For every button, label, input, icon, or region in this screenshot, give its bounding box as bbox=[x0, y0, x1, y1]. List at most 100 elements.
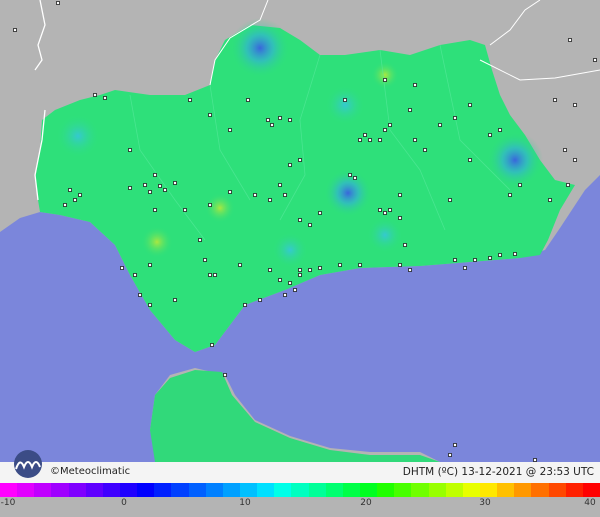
scale-swatch bbox=[154, 483, 172, 497]
scale-swatch bbox=[531, 483, 550, 497]
warm-spot-a bbox=[141, 226, 173, 258]
station-marker bbox=[448, 453, 452, 457]
station-marker bbox=[148, 190, 152, 194]
station-marker bbox=[203, 258, 207, 262]
scale-swatch bbox=[565, 483, 584, 497]
station-marker bbox=[383, 128, 387, 132]
station-marker bbox=[338, 263, 342, 267]
scale-tick: -10 bbox=[0, 498, 16, 508]
scale-swatch bbox=[497, 483, 515, 497]
station-marker bbox=[408, 108, 412, 112]
scale-swatch bbox=[377, 483, 395, 497]
station-marker bbox=[288, 281, 292, 285]
scale-swatch bbox=[257, 483, 275, 497]
station-marker bbox=[298, 268, 302, 272]
station-marker bbox=[498, 253, 502, 257]
scale-swatch bbox=[428, 483, 447, 497]
scale-tick: 10 bbox=[239, 498, 251, 508]
cool-spot-b bbox=[367, 217, 403, 253]
station-marker bbox=[13, 28, 17, 32]
station-marker bbox=[143, 183, 147, 187]
station-marker bbox=[553, 98, 557, 102]
station-marker bbox=[173, 181, 177, 185]
station-marker bbox=[258, 298, 262, 302]
scale-swatch bbox=[205, 483, 224, 497]
station-marker bbox=[133, 273, 137, 277]
scale-swatch bbox=[120, 483, 138, 497]
station-marker bbox=[408, 268, 412, 272]
station-marker bbox=[566, 183, 570, 187]
station-marker bbox=[388, 123, 392, 127]
station-marker bbox=[348, 173, 352, 177]
station-marker bbox=[283, 293, 287, 297]
station-marker bbox=[368, 138, 372, 142]
meteoclimatic-logo-icon bbox=[14, 450, 42, 478]
station-marker bbox=[238, 263, 242, 267]
station-marker bbox=[438, 123, 442, 127]
station-marker bbox=[343, 98, 347, 102]
station-marker bbox=[488, 256, 492, 260]
station-marker bbox=[453, 443, 457, 447]
station-marker bbox=[68, 188, 72, 192]
station-marker bbox=[208, 273, 212, 277]
station-marker bbox=[208, 113, 212, 117]
scale-swatch bbox=[171, 483, 190, 497]
map-info-label: DHTM (ºC) 13-12-2021 @ 23:53 UTC bbox=[402, 466, 594, 478]
station-marker bbox=[383, 78, 387, 82]
station-marker bbox=[78, 193, 82, 197]
station-marker bbox=[278, 116, 282, 120]
station-marker bbox=[413, 83, 417, 87]
station-marker bbox=[298, 218, 302, 222]
station-marker bbox=[270, 123, 274, 127]
scale-swatch bbox=[51, 483, 70, 497]
copyright-icon: © bbox=[50, 466, 60, 477]
station-marker bbox=[288, 163, 292, 167]
station-marker bbox=[173, 298, 177, 302]
station-marker bbox=[353, 176, 357, 180]
station-marker bbox=[358, 138, 362, 142]
scale-tick: 20 bbox=[360, 498, 372, 508]
warm-spot-b bbox=[205, 193, 235, 223]
station-marker bbox=[318, 211, 322, 215]
station-marker bbox=[128, 186, 132, 190]
station-marker bbox=[278, 183, 282, 187]
station-marker bbox=[513, 252, 517, 256]
station-marker bbox=[213, 273, 217, 277]
cold-spot-center bbox=[324, 169, 372, 217]
cold-spot-east bbox=[487, 132, 543, 188]
station-marker bbox=[243, 303, 247, 307]
scale-swatch bbox=[462, 483, 481, 497]
station-marker bbox=[298, 273, 302, 277]
station-marker bbox=[103, 96, 107, 100]
station-marker bbox=[378, 138, 382, 142]
station-marker bbox=[468, 158, 472, 162]
station-marker bbox=[253, 193, 257, 197]
scale-swatch bbox=[514, 483, 532, 497]
station-marker bbox=[308, 223, 312, 227]
station-marker bbox=[448, 198, 452, 202]
warm-spot-c bbox=[371, 61, 399, 89]
station-marker bbox=[383, 211, 387, 215]
station-marker bbox=[93, 93, 97, 97]
station-marker bbox=[223, 373, 227, 377]
scale-swatch bbox=[68, 483, 87, 497]
scale-swatch bbox=[342, 483, 361, 497]
station-marker bbox=[413, 138, 417, 142]
temperature-color-scale bbox=[0, 483, 600, 497]
scale-swatch bbox=[17, 483, 35, 497]
station-marker bbox=[188, 98, 192, 102]
station-marker bbox=[468, 103, 472, 107]
station-marker bbox=[208, 203, 212, 207]
scale-swatch bbox=[0, 483, 18, 497]
scale-tick: 40 bbox=[584, 498, 596, 508]
station-marker bbox=[453, 258, 457, 262]
station-marker bbox=[120, 266, 124, 270]
scale-swatch bbox=[360, 483, 378, 497]
station-marker bbox=[63, 203, 67, 207]
station-marker bbox=[148, 303, 152, 307]
station-marker bbox=[228, 190, 232, 194]
station-marker bbox=[268, 198, 272, 202]
station-marker bbox=[153, 173, 157, 177]
cool-spot-a bbox=[325, 85, 365, 125]
station-marker bbox=[298, 158, 302, 162]
